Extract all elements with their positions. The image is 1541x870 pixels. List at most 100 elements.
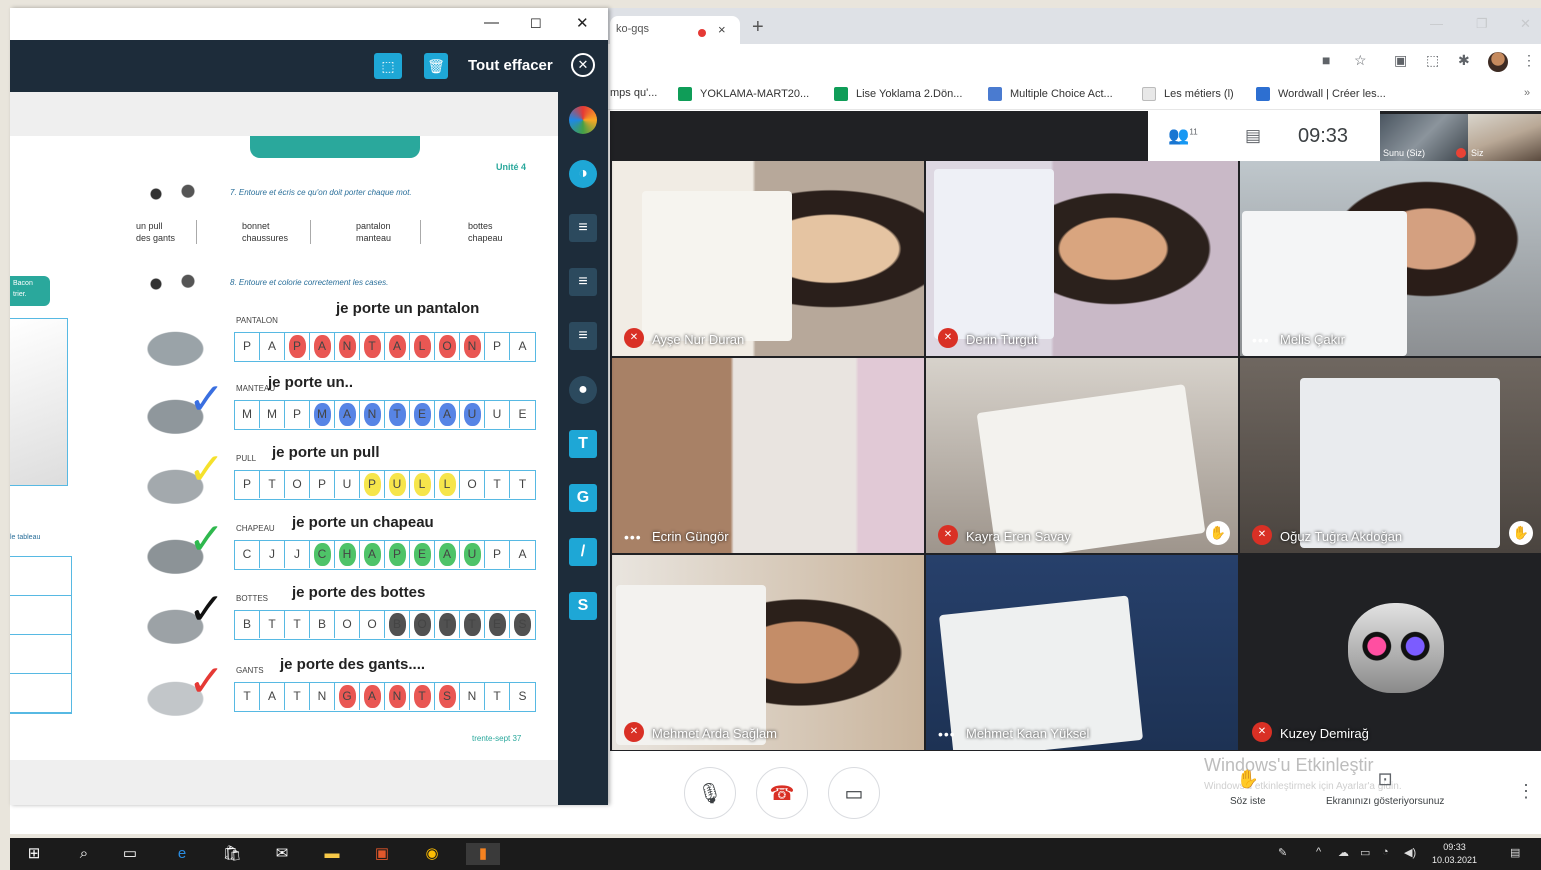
letter-cell[interactable]: A: [310, 333, 335, 360]
bookmark-item[interactable]: Lise Yoklama 2.Dön...: [834, 87, 962, 101]
wifi-icon[interactable]: ◔: [1382, 846, 1389, 858]
letter-cell[interactable]: E: [510, 401, 535, 428]
chat-icon[interactable]: ▤: [1218, 126, 1288, 146]
chrome-icon[interactable]: ◉: [420, 843, 444, 865]
letter-cell[interactable]: T: [485, 683, 510, 710]
letter-cell[interactable]: A: [510, 541, 535, 568]
color-picker-icon[interactable]: [569, 106, 597, 134]
close-circle-icon[interactable]: ✕: [571, 53, 595, 77]
letter-cell[interactable]: O: [335, 611, 360, 638]
letter-cell[interactable]: O: [285, 471, 310, 498]
bookmark-item[interactable]: YOKLAMA-MART20...: [678, 87, 809, 101]
letter-cell[interactable]: S: [510, 611, 535, 638]
letter-cell[interactable]: E: [485, 611, 510, 638]
volume-icon[interactable]: ◀): [1404, 846, 1416, 859]
more-options-icon[interactable]: ⋮: [1517, 781, 1535, 802]
letter-cell[interactable]: A: [360, 541, 385, 568]
letter-cell[interactable]: C: [310, 541, 335, 568]
letter-cell[interactable]: P: [285, 333, 310, 360]
letter-cell[interactable]: A: [385, 333, 410, 360]
windows-start-icon[interactable]: ⊞: [22, 843, 46, 865]
highlight-tool-icon[interactable]: G: [569, 484, 597, 512]
minimize-icon[interactable]: —: [484, 14, 499, 31]
letter-cell[interactable]: P: [485, 541, 510, 568]
clear-all-button[interactable]: Tout effacer: [468, 57, 553, 74]
participant-tile[interactable]: ✕ Mehmet Arda Sağlam: [612, 555, 924, 750]
letter-cell[interactable]: N: [385, 683, 410, 710]
globe-icon[interactable]: ◑: [569, 160, 597, 188]
letter-cell[interactable]: A: [260, 683, 285, 710]
participant-tile[interactable]: ✕ Oğuz Tuğra Akdoğan ✋: [1240, 358, 1541, 553]
letter-cell[interactable]: P: [235, 471, 260, 498]
self-video-thumbnail[interactable]: Siz: [1468, 114, 1541, 161]
edge-icon[interactable]: e: [170, 843, 194, 865]
letter-cell[interactable]: N: [460, 683, 485, 710]
letter-cell[interactable]: O: [410, 611, 435, 638]
letter-cell[interactable]: S: [510, 683, 535, 710]
puzzle-icon[interactable]: ✱: [1458, 52, 1470, 69]
bookmark-item[interactable]: Wordwall | Créer les...: [1256, 87, 1386, 101]
letter-cell[interactable]: P: [485, 333, 510, 360]
participant-tile[interactable]: ••• Ecrin Güngör: [612, 358, 924, 553]
presentation-thumbnail[interactable]: Sunu (Siz): [1380, 114, 1468, 161]
letter-cell[interactable]: L: [410, 471, 435, 498]
letter-cell[interactable]: T: [260, 471, 285, 498]
pen-tool-icon[interactable]: /: [569, 538, 597, 566]
participant-tile[interactable]: ✕ Kayra Eren Savay ✋: [926, 358, 1238, 553]
present-button[interactable]: ⊡ Ekranınızı gösteriyorsunuz: [1326, 769, 1444, 807]
letter-cell[interactable]: T: [410, 683, 435, 710]
letter-cell[interactable]: T: [360, 333, 385, 360]
letter-cell[interactable]: A: [360, 683, 385, 710]
letter-cell[interactable]: M: [260, 401, 285, 428]
bookmark-item[interactable]: mps qu'...: [610, 87, 657, 99]
letter-cell[interactable]: A: [435, 401, 460, 428]
letter-cell[interactable]: P: [285, 401, 310, 428]
text-tool-icon[interactable]: T: [569, 430, 597, 458]
task-view-icon[interactable]: ▭: [118, 843, 142, 865]
letter-cell[interactable]: A: [435, 541, 460, 568]
letter-cell[interactable]: J: [285, 541, 310, 568]
zoom-select-icon[interactable]: ⬚: [374, 53, 402, 79]
bookmarks-more-icon[interactable]: »: [1524, 87, 1530, 99]
line-thickness-icon[interactable]: ≡: [569, 268, 597, 296]
letter-cell[interactable]: T: [260, 611, 285, 638]
minimize-icon[interactable]: —: [1430, 16, 1443, 31]
participant-tile[interactable]: ••• Melis Çakır: [1240, 161, 1541, 356]
letter-cell[interactable]: T: [285, 683, 310, 710]
letter-cell[interactable]: P: [385, 541, 410, 568]
close-icon[interactable]: ✕: [576, 14, 589, 32]
menu-dots-icon[interactable]: ⋮: [1522, 52, 1536, 69]
notification-icon[interactable]: ▤: [1510, 846, 1520, 859]
search-icon[interactable]: ⌕: [72, 843, 96, 865]
letter-cell[interactable]: U: [485, 401, 510, 428]
powerpoint-icon[interactable]: ▣: [370, 843, 394, 865]
network-icon[interactable]: ▭: [1360, 846, 1370, 859]
letter-cell[interactable]: B: [310, 611, 335, 638]
letter-cell[interactable]: M: [310, 401, 335, 428]
raise-hand-button[interactable]: ✋ Söz iste: [1230, 769, 1266, 807]
letter-cell[interactable]: N: [360, 401, 385, 428]
letter-cell[interactable]: U: [335, 471, 360, 498]
camera-button[interactable]: ▭: [828, 767, 880, 819]
taskbar-clock[interactable]: 09:33 10.03.2021: [1432, 841, 1477, 867]
letter-cell[interactable]: N: [310, 683, 335, 710]
star-icon[interactable]: ☆: [1354, 52, 1367, 69]
letter-cell[interactable]: O: [460, 471, 485, 498]
letter-cell[interactable]: C: [235, 541, 260, 568]
trash-icon[interactable]: 🗑: [424, 53, 448, 79]
letter-cell[interactable]: L: [435, 471, 460, 498]
letter-cell[interactable]: O: [435, 333, 460, 360]
letter-cell[interactable]: A: [260, 333, 285, 360]
letter-cell[interactable]: T: [510, 471, 535, 498]
profile-avatar[interactable]: [1488, 52, 1508, 72]
microphone-button[interactable]: 🎙: [684, 767, 736, 819]
letter-cell[interactable]: P: [360, 471, 385, 498]
opacity-icon[interactable]: ●: [569, 376, 597, 404]
letter-cell[interactable]: U: [460, 401, 485, 428]
camera-icon[interactable]: ■: [1322, 52, 1330, 68]
people-icon[interactable]: 👥11: [1148, 126, 1218, 146]
letter-cell[interactable]: T: [485, 471, 510, 498]
letter-cell[interactable]: N: [335, 333, 360, 360]
bookmark-item[interactable]: Les métiers (l): [1142, 87, 1234, 101]
letter-cell[interactable]: L: [410, 333, 435, 360]
